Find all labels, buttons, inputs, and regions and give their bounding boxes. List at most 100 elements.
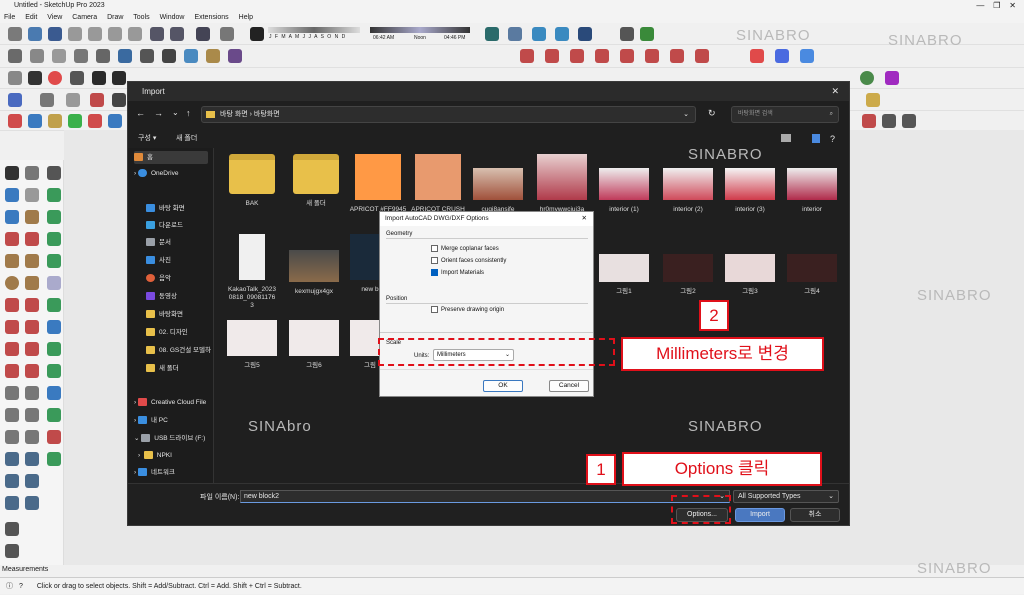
file-item[interactable]: APRICOT CRUSH xyxy=(408,154,468,214)
line-tool-icon[interactable] xyxy=(5,232,19,246)
dialog-close-icon[interactable]: ✕ xyxy=(831,82,839,101)
undo-icon[interactable] xyxy=(150,27,164,41)
tool-4c-icon[interactable] xyxy=(66,93,80,107)
cut-icon[interactable] xyxy=(68,27,82,41)
back-arrow-icon[interactable]: ← xyxy=(136,108,145,118)
file-item[interactable]: interior (2) xyxy=(658,168,718,214)
address-bar[interactable]: 바탕 화면 › 바탕화면 ⌄ xyxy=(201,106,696,123)
union-icon[interactable] xyxy=(595,49,609,63)
preserve-origin-checkbox[interactable]: Preserve drawing origin xyxy=(431,306,504,314)
search-input[interactable]: 바탕화면 검색 ⌕ xyxy=(731,106,839,123)
tool-l14-icon[interactable] xyxy=(47,430,61,444)
nav-item-documents[interactable]: 문서 xyxy=(146,236,171,249)
offset-tool-icon[interactable] xyxy=(25,364,39,378)
extension-manager-icon[interactable] xyxy=(555,27,569,41)
file-item[interactable]: 그림4 xyxy=(782,254,842,296)
help-icon[interactable]: ? xyxy=(830,130,835,148)
front-view-icon[interactable] xyxy=(96,49,110,63)
new-folder-button[interactable]: 새 폴더 xyxy=(176,130,197,148)
dimension-tool-icon[interactable] xyxy=(25,386,39,400)
menu-edit[interactable]: Edit xyxy=(25,14,37,21)
window-controls[interactable]: — ❐ ✕ xyxy=(976,0,1016,12)
tool-5h-icon[interactable] xyxy=(882,114,896,128)
nav-item-usb[interactable]: ⌄ USB 드라이브 (F:) xyxy=(134,432,205,445)
share-model-icon[interactable] xyxy=(508,27,522,41)
3dtext-tool-icon[interactable] xyxy=(25,430,39,444)
tool-l10-icon[interactable] xyxy=(47,342,61,356)
nav-item-pictures[interactable]: 사진 xyxy=(146,254,171,267)
lasso-tool-icon[interactable] xyxy=(47,166,61,180)
outer-shell-icon[interactable] xyxy=(545,49,559,63)
menu-tools[interactable]: Tools xyxy=(133,14,149,21)
tool-l7-icon[interactable] xyxy=(47,276,61,290)
warehouse-icon[interactable] xyxy=(485,27,499,41)
refresh-icon[interactable]: ↻ xyxy=(708,108,716,119)
file-item[interactable]: interior xyxy=(782,168,842,214)
import-materials-checkbox[interactable]: Import Materials xyxy=(431,269,484,277)
top-view-icon[interactable] xyxy=(74,49,88,63)
file-item[interactable]: KakaoTalk_20230818_090811763 xyxy=(222,234,282,310)
paint-icon[interactable] xyxy=(885,71,899,85)
nav-item-home[interactable]: 홈 xyxy=(134,151,208,164)
tool-4a-icon[interactable] xyxy=(8,93,22,107)
left-view-icon[interactable] xyxy=(162,49,176,63)
file-item[interactable]: cuqi8ansjfe xyxy=(468,168,528,214)
orient-faces-checkbox[interactable]: Orient faces consistently xyxy=(431,257,506,265)
file-item[interactable]: APRICOT #FF9945 xyxy=(348,154,408,214)
time-slider[interactable] xyxy=(370,27,470,33)
back-view-icon[interactable] xyxy=(140,49,154,63)
tool-l8-icon[interactable] xyxy=(47,298,61,312)
folder-icon[interactable] xyxy=(8,71,22,85)
filetype-select[interactable]: All Supported Types ⌄ xyxy=(733,490,839,503)
tool-5g-icon[interactable] xyxy=(862,114,876,128)
tool-5a-icon[interactable] xyxy=(8,114,22,128)
iso-view-icon[interactable] xyxy=(52,49,66,63)
circle-tool-icon[interactable] xyxy=(5,276,19,290)
orbit-tool-icon[interactable] xyxy=(5,452,19,466)
followme-tool-icon[interactable] xyxy=(25,342,39,356)
menu-view[interactable]: View xyxy=(47,14,62,21)
shadows-icon[interactable] xyxy=(250,27,264,41)
tool-3b-icon[interactable] xyxy=(92,71,106,85)
extension-warehouse-icon[interactable] xyxy=(532,27,546,41)
select-view-icon[interactable] xyxy=(8,49,22,63)
tool-l11-icon[interactable] xyxy=(47,364,61,378)
menu-help[interactable]: Help xyxy=(239,14,253,21)
options-cancel-button[interactable]: Cancel xyxy=(549,380,589,392)
cube-blue-icon[interactable] xyxy=(775,49,789,63)
model-info-icon[interactable] xyxy=(220,27,234,41)
paint-tool-icon[interactable] xyxy=(25,188,39,202)
file-item[interactable]: 그림5 xyxy=(222,320,282,370)
close-icon[interactable] xyxy=(48,71,62,85)
play-icon[interactable] xyxy=(640,27,654,41)
sandbox-icon[interactable] xyxy=(620,27,634,41)
tool-l3-icon[interactable] xyxy=(25,210,39,224)
gear-icon[interactable] xyxy=(28,71,42,85)
paste-icon[interactable] xyxy=(108,27,122,41)
file-item[interactable]: BAK xyxy=(222,154,282,208)
move-tool-icon[interactable] xyxy=(5,320,19,334)
arc-tool-icon[interactable] xyxy=(5,298,19,312)
cube-lightblue-icon[interactable] xyxy=(800,49,814,63)
tool-5d-icon[interactable] xyxy=(68,114,82,128)
zoom-tool-icon[interactable] xyxy=(5,474,19,488)
axes-tool-icon[interactable] xyxy=(5,430,19,444)
rotated-rect-tool-icon[interactable] xyxy=(25,254,39,268)
polygon-tool-icon[interactable] xyxy=(25,276,39,290)
nav-item-desktop[interactable]: 바탕 화면 xyxy=(146,202,185,215)
freehand-tool-icon[interactable] xyxy=(25,232,39,246)
tape-tool-icon[interactable] xyxy=(5,386,19,400)
file-item[interactable]: interior (3) xyxy=(720,168,780,214)
filename-input[interactable]: new block2 ⌄ xyxy=(240,490,730,503)
split-icon[interactable] xyxy=(670,49,684,63)
nav-item-music[interactable]: 음악 xyxy=(146,272,171,285)
rectangle-tool-icon[interactable] xyxy=(5,254,19,268)
redo-icon[interactable] xyxy=(170,27,184,41)
tool-l9-icon[interactable] xyxy=(47,320,61,334)
nav-item-videos[interactable]: 동영상 xyxy=(146,290,177,303)
nav-item-this-pc[interactable]: › 내 PC xyxy=(134,414,168,427)
file-item[interactable]: 새 폴더 xyxy=(286,154,346,208)
file-item[interactable]: 그림2 xyxy=(658,254,718,296)
text-tool-icon[interactable] xyxy=(25,408,39,422)
menu-camera[interactable]: Camera xyxy=(72,14,97,21)
